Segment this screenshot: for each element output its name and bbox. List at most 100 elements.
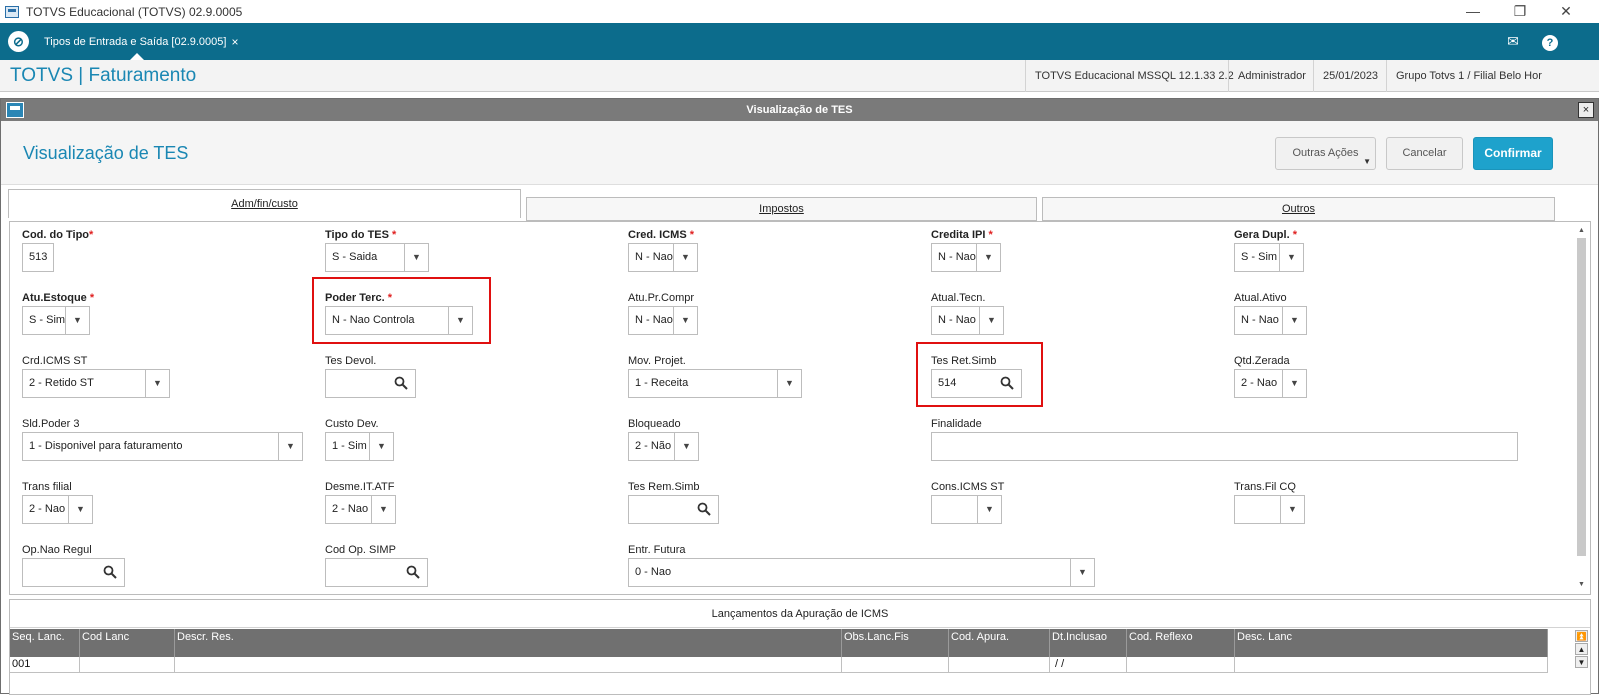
finalidade-label: Finalidade [931,418,982,430]
sld-poder3-select[interactable]: 1 - Disponivel para faturamento ▼ [22,432,303,461]
field-tipo-tes: Tipo do TES * S - Saida ▼ [325,229,435,272]
tes-rem-simb-label: Tes Rem.Simb [628,481,700,493]
scroll-down-icon[interactable]: ▼ [1576,580,1587,590]
grid-cell[interactable]: / / [1050,657,1127,673]
cons-icms-st-label: Cons.ICMS ST [931,481,1005,493]
cons-icms-st-select[interactable]: ▼ [931,495,1002,524]
scroll-up-icon[interactable]: ▲ [1576,226,1587,236]
atu-pr-compr-select[interactable]: N - Nao ▼ [628,306,698,335]
crd-icms-st-select[interactable]: 2 - Retido ST ▼ [22,369,170,398]
grid-col-header[interactable]: Obs.Lanc.Fis [842,629,949,657]
tes-ret-simb-highlight [916,342,1043,407]
minimize-button[interactable]: — [1450,0,1496,23]
grid-cell[interactable] [842,657,949,673]
grid-cell[interactable] [1127,657,1235,673]
cancel-button[interactable]: Cancelar [1386,137,1463,170]
sld-poder3-label: Sld.Poder 3 [22,418,80,430]
qtd-zerada-select[interactable]: 2 - Nao ▼ [1234,369,1307,398]
grid-col-header[interactable]: Cod. Reflexo [1127,629,1235,657]
scroll-up-icon[interactable]: ▲ [1575,643,1588,655]
totvs-logo-icon[interactable]: ⊘ [8,31,29,52]
tes-devol-lookup[interactable] [325,369,416,398]
mov-projet-select[interactable]: 1 - Receita ▼ [628,369,802,398]
module-header: TOTVS | Faturamento TOTVS Educacional MS… [0,60,1599,92]
mov-projet-label: Mov. Projet. [628,355,686,367]
chevron-down-icon: ▼ [278,433,302,460]
tab-close-icon[interactable]: × [231,35,238,49]
grid-cell[interactable] [949,657,1050,673]
atual-tecn-select[interactable]: N - Nao ▼ [931,306,1004,335]
grid-col-header[interactable]: Descr. Res. [175,629,842,657]
finalidade-input[interactable] [931,432,1518,461]
chevron-down-icon: ▼ [977,496,1001,523]
date-info: 25/01/2023 [1313,60,1387,92]
grid-title: Lançamentos da Apuração de ICMS [10,600,1590,628]
trans-filial-select[interactable]: 2 - Nao ▼ [22,495,93,524]
field-cons-icms-st: Cons.ICMS ST ▼ [931,481,1005,524]
search-icon[interactable] [697,502,711,516]
grid-col-header[interactable]: Dt.Inclusao [1050,629,1127,657]
tipo-tes-select[interactable]: S - Saida ▼ [325,243,429,272]
credita-ipi-label: Credita IPI * [931,229,993,241]
tab-outros[interactable]: Outros [1042,197,1555,221]
cod-tipo-label: Cod. do Tipo* [22,229,94,241]
cod-op-simp-lookup[interactable] [325,558,428,587]
cred-icms-select[interactable]: N - Nao ▼ [628,243,698,272]
search-icon[interactable] [394,376,408,390]
maximize-button[interactable]: ❐ [1497,0,1543,23]
search-icon[interactable] [103,565,117,579]
crd-icms-st-label: Crd.ICMS ST [22,355,88,367]
grid-cell[interactable] [80,657,175,673]
field-bloqueado: Bloqueado 2 - Não ▼ [628,418,700,461]
field-cod-op-simp: Cod Op. SIMP [325,544,429,587]
confirm-button[interactable]: Confirmar [1473,137,1553,170]
user-info: Administrador [1228,60,1315,92]
entr-futura-select[interactable]: 0 - Nao ▼ [628,558,1095,587]
desme-it-atf-select[interactable]: 2 - Nao ▼ [325,495,396,524]
grid-cell[interactable]: 001 [10,657,80,673]
form-scrollbar[interactable]: ▲ ▼ [1576,226,1587,590]
chevron-down-icon: ▼ [1279,244,1303,271]
grid-col-header[interactable]: Cod Lanc [80,629,175,657]
grid-cell[interactable] [1235,657,1548,673]
scroll-top-icon[interactable]: ⏫ [1575,630,1588,642]
grid-col-header[interactable]: Seq. Lanc. [10,629,80,657]
credita-ipi-select[interactable]: N - Nao ▼ [931,243,1001,272]
custo-dev-label: Custo Dev. [325,418,379,430]
grid-col-header[interactable]: Desc. Lanc [1235,629,1548,657]
chevron-down-icon: ▼ [1280,496,1304,523]
qtd-zerada-label: Qtd.Zerada [1234,355,1290,367]
search-icon[interactable] [406,565,420,579]
poder-terc-highlight [312,277,491,344]
scroll-down-icon[interactable]: ▼ [1575,656,1588,668]
op-nao-regul-lookup[interactable] [22,558,125,587]
atu-estoque-select[interactable]: S - Sim ▼ [22,306,90,335]
other-actions-button[interactable]: Outras Ações ▼ [1275,137,1376,170]
tab-impostos[interactable]: Impostos [526,197,1037,221]
field-atu-estoque: Atu.Estoque * S - Sim ▼ [22,292,102,335]
dialog-titlebar: Visualização de TES [1,99,1598,121]
field-atual-ativo: Atual.Ativo N - Nao ▼ [1234,292,1314,335]
tab-adm-fin-custo[interactable]: Adm/fin/custo [8,189,521,218]
help-button[interactable]: ? [1533,28,1567,55]
trans-fil-cq-select[interactable]: ▼ [1234,495,1305,524]
table-row[interactable]: 001 / / [10,657,1548,673]
window-close-button[interactable]: ✕ [1543,0,1589,23]
dialog-close-button[interactable]: × [1578,102,1594,118]
atual-ativo-label: Atual.Ativo [1234,292,1287,304]
scrollbar-thumb[interactable] [1577,238,1586,556]
mail-icon[interactable]: ✉ [1496,28,1530,55]
bloqueado-select[interactable]: 2 - Não ▼ [628,432,699,461]
tes-rem-simb-lookup[interactable] [628,495,719,524]
branch-info: Grupo Totvs 1 / Filial Belo Hor [1386,60,1551,92]
grid-cell[interactable] [175,657,842,673]
custo-dev-select[interactable]: 1 - Sim ▼ [325,432,394,461]
cod-tipo-input[interactable]: 513 [22,243,54,272]
field-atual-tecn: Atual.Tecn. N - Nao ▼ [931,292,1011,335]
atual-ativo-select[interactable]: N - Nao ▼ [1234,306,1307,335]
chevron-down-icon: ▼ [1282,370,1306,397]
gera-dupl-select[interactable]: S - Sim ▼ [1234,243,1304,272]
grid-col-header[interactable]: Cod. Apura. [949,629,1050,657]
desme-it-atf-label: Desme.IT.ATF [325,481,395,493]
atu-pr-compr-label: Atu.Pr.Compr [628,292,695,304]
